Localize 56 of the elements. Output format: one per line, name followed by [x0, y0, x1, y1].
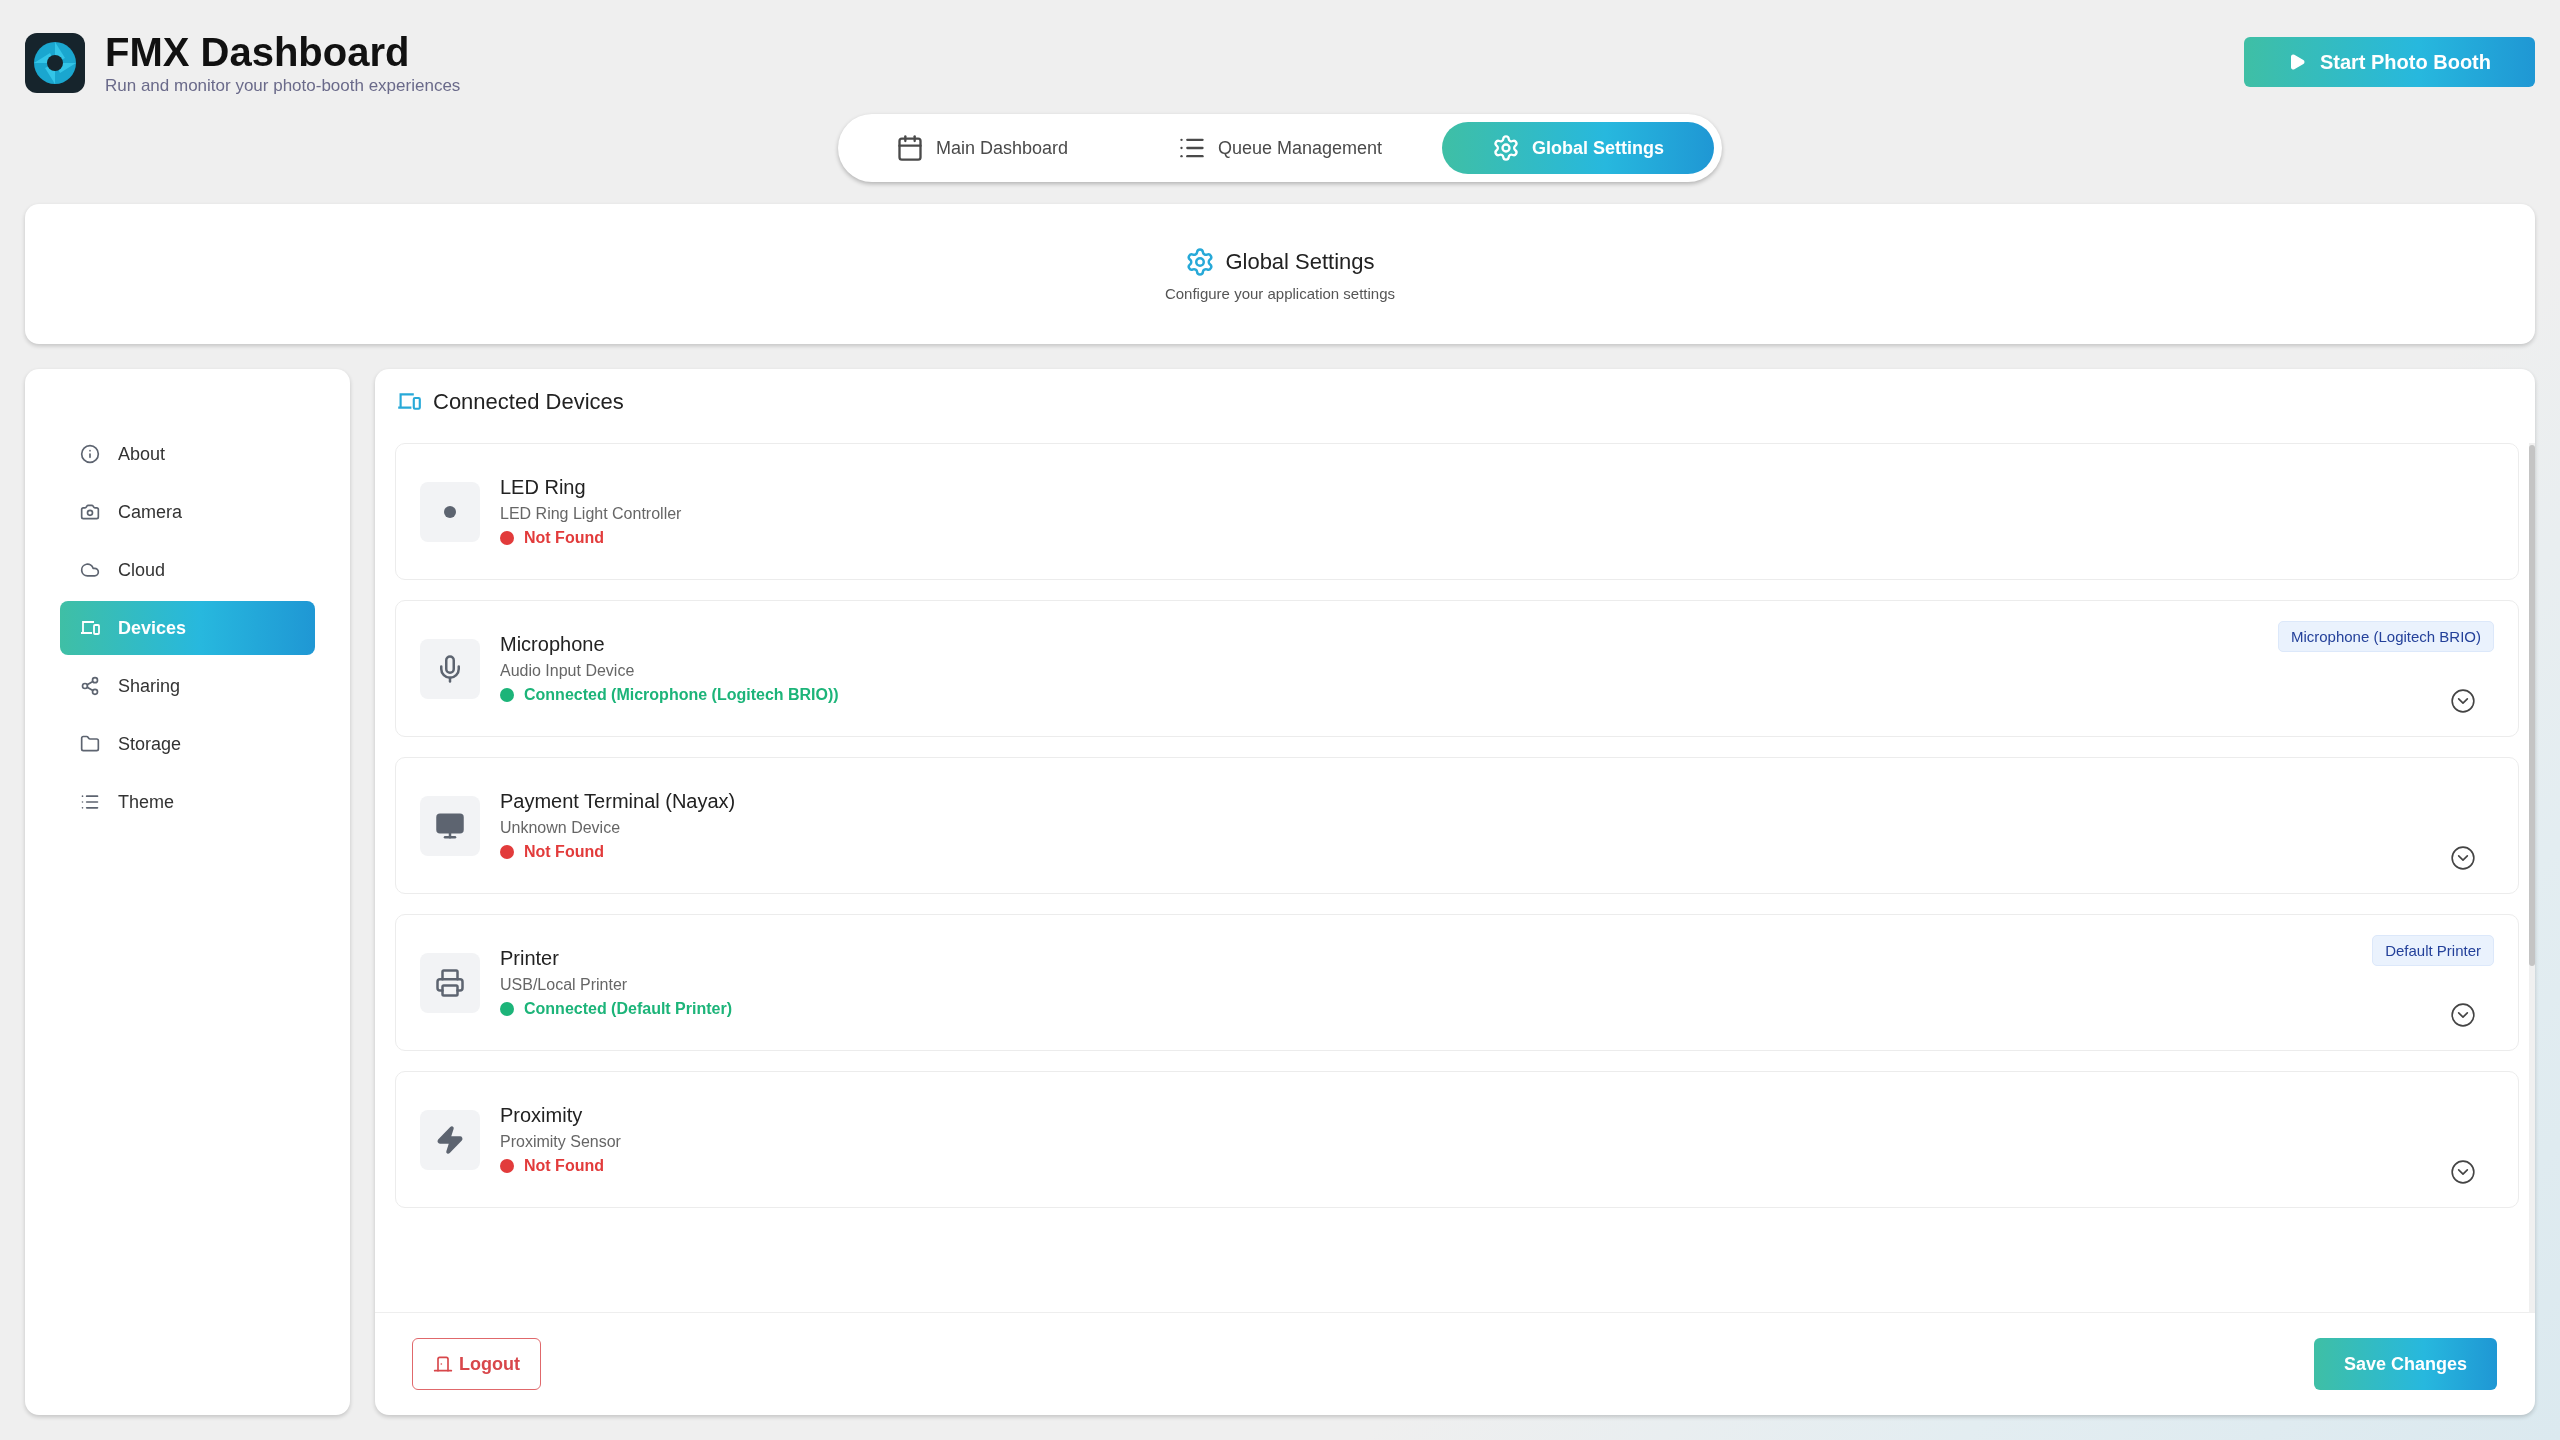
scrollbar[interactable] [2529, 443, 2535, 1312]
settings-icon [1185, 246, 1216, 277]
chevron-down-icon [2450, 688, 2476, 714]
device-name: LED Ring [500, 476, 587, 499]
logout-button[interactable]: Logout [412, 1338, 541, 1390]
sidebar-item[interactable]: Sharing [60, 659, 315, 713]
lightning-icon [435, 1124, 465, 1155]
info-icon [80, 444, 100, 464]
folder-icon [80, 734, 100, 754]
expand-button[interactable] [2450, 1002, 2476, 1028]
camera-icon [80, 502, 100, 522]
device-type: USB/Local Printer [500, 976, 629, 994]
device-status: Not Found [524, 1157, 604, 1175]
device-name: Proximity [500, 1104, 584, 1127]
sidebar-item[interactable]: Camera [60, 485, 315, 539]
device-status: Connected (Default Printer) [524, 1000, 732, 1018]
settings-title: Global Settings [1225, 248, 1375, 275]
sidebar-item[interactable]: Cloud [60, 543, 315, 597]
device-name: Printer [500, 947, 560, 970]
share-icon [80, 676, 100, 696]
chevron-down-icon [2450, 1159, 2476, 1185]
printer-icon [435, 967, 465, 998]
app-title: FMX Dashboard [105, 30, 411, 74]
device-type: LED Ring Light Controller [500, 505, 683, 523]
expand-button[interactable] [2450, 845, 2476, 871]
expand-button[interactable] [2450, 1159, 2476, 1185]
sidebar-item[interactable]: Theme [60, 775, 315, 829]
device-badge: Default Printer [2372, 935, 2494, 966]
device-status: Not Found [524, 529, 604, 547]
device-name: Microphone [500, 633, 606, 656]
nav-tab[interactable]: Main Dashboard [845, 122, 1118, 174]
device-status: Not Found [524, 843, 604, 861]
device-badge: Microphone (Logitech BRIO) [2277, 621, 2494, 652]
device-type: Audio Input Device [500, 662, 636, 680]
settings-subtitle: Configure your application settings [1164, 284, 1396, 302]
list-icon [80, 792, 100, 812]
devices-icon [397, 392, 421, 412]
device-status: Connected (Microphone (Logitech BRIO)) [524, 686, 839, 704]
nav-tab[interactable]: Queue Management [1127, 122, 1433, 174]
expand-button[interactable] [2450, 688, 2476, 714]
panel-title: Connected Devices [433, 389, 624, 415]
device-type: Unknown Device [500, 819, 622, 837]
sidebar-item[interactable]: Storage [60, 717, 315, 771]
settings-icon [1492, 134, 1521, 162]
chevron-down-icon [2450, 845, 2476, 871]
aperture-logo-icon [25, 33, 85, 93]
sidebar-item[interactable]: About [60, 427, 315, 481]
device-type: Proximity Sensor [500, 1133, 622, 1151]
door-icon [433, 1354, 453, 1374]
cloud-icon [80, 560, 100, 580]
app-subtitle: Run and monitor your photo-booth experiences [105, 76, 461, 96]
chevron-down-icon [2450, 1002, 2476, 1028]
dot-icon [443, 504, 457, 519]
calendar-icon [895, 134, 924, 162]
device-name: Payment Terminal (Nayax) [500, 790, 737, 813]
devices-icon [80, 620, 100, 636]
